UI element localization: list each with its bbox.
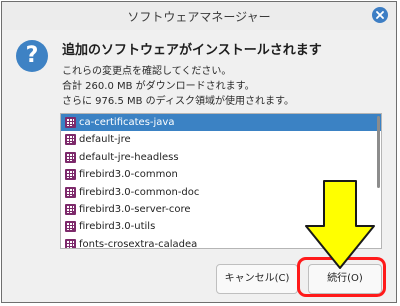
annotation-arrow-icon [305, 180, 375, 269]
